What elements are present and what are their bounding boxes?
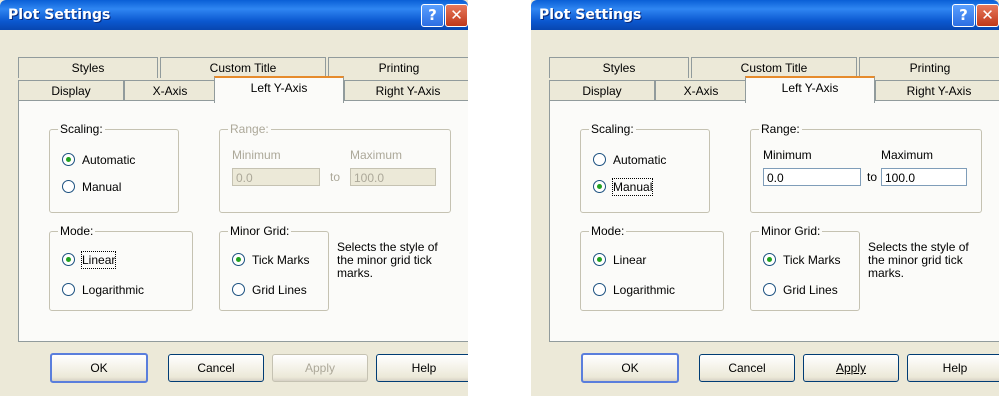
- tab-styles[interactable]: Styles: [549, 57, 689, 78]
- range-group: Range: Minimum Maximum 0.0 to 100.0: [219, 122, 451, 213]
- radio-unchecked-icon[interactable]: [763, 283, 776, 296]
- minor-grid-label: Minor Grid:: [228, 224, 292, 238]
- range-group: Range: Minimum Maximum 0.0 to 100.0: [750, 122, 982, 213]
- apply-button[interactable]: Apply: [272, 354, 368, 382]
- radio-unchecked-icon[interactable]: [62, 180, 75, 193]
- tab-panel: Scaling: Automatic Manual Range: Minimum…: [18, 100, 468, 342]
- tab-right-y-axis[interactable]: Right Y-Axis: [875, 80, 999, 101]
- tab-panel: Scaling: Automatic Manual Range: Minimum…: [549, 100, 999, 342]
- radio-unchecked-icon[interactable]: [593, 283, 606, 296]
- close-icon[interactable]: ✕: [976, 4, 999, 27]
- minimum-field[interactable]: 0.0: [763, 168, 861, 186]
- tab-left-y-axis[interactable]: Left Y-Axis: [214, 76, 344, 103]
- radio-unchecked-icon[interactable]: [232, 283, 245, 296]
- dialog-title: Plot Settings: [539, 7, 642, 23]
- tab-custom-title[interactable]: Custom Title: [691, 57, 857, 78]
- radio-checked-icon[interactable]: [593, 180, 606, 193]
- tab-custom-title[interactable]: Custom Title: [160, 57, 326, 78]
- radio-checked-icon[interactable]: [62, 253, 75, 266]
- mode-group: Mode: Linear Logarithmic: [49, 224, 193, 311]
- radio-label: Grid Lines: [252, 283, 307, 297]
- radio-label: Automatic: [613, 153, 667, 167]
- cancel-button[interactable]: Cancel: [168, 354, 264, 382]
- to-label: to: [867, 170, 878, 184]
- tab-printing[interactable]: Printing: [859, 57, 999, 78]
- scaling-label: Scaling:: [589, 122, 636, 136]
- tab-left-y-axis[interactable]: Left Y-Axis: [745, 76, 875, 103]
- range-label: Range:: [759, 122, 802, 136]
- help-button[interactable]: Help: [907, 354, 999, 382]
- mode-group: Mode: Linear Logarithmic: [580, 224, 724, 311]
- radio-label: Linear: [80, 251, 117, 269]
- minimum-field[interactable]: 0.0: [232, 168, 320, 186]
- radio-unchecked-icon[interactable]: [593, 153, 606, 166]
- radio-checked-icon[interactable]: [62, 153, 75, 166]
- tab-x-axis[interactable]: X-Axis: [124, 80, 216, 101]
- to-label: to: [330, 170, 341, 184]
- cancel-button[interactable]: Cancel: [699, 354, 795, 382]
- radio-label: Manual: [82, 180, 122, 194]
- minor-grid-group: Minor Grid: Tick Marks Grid Lines: [219, 224, 329, 311]
- radio-unchecked-icon[interactable]: [62, 283, 75, 296]
- radio-label: Tick Marks: [252, 253, 310, 267]
- minimum-label: Minimum: [763, 148, 812, 162]
- radio-label: Manual: [611, 178, 654, 196]
- radio-label: Tick Marks: [783, 253, 841, 267]
- tab-x-axis[interactable]: X-Axis: [655, 80, 747, 101]
- radio-checked-icon[interactable]: [763, 253, 776, 266]
- title-bar: Plot Settings ? ✕: [0, 0, 468, 30]
- scaling-label: Scaling:: [58, 122, 105, 136]
- radio-checked-icon[interactable]: [232, 253, 245, 266]
- tab-display[interactable]: Display: [549, 80, 655, 101]
- minor-grid-description: Selects the style of the minor grid tick…: [868, 240, 969, 280]
- minor-grid-label: Minor Grid:: [759, 224, 823, 238]
- mode-label: Mode:: [58, 224, 96, 238]
- minor-grid-description: Selects the style of the minor grid tick…: [337, 240, 438, 280]
- radio-label: Automatic: [82, 153, 136, 167]
- radio-label: Grid Lines: [783, 283, 838, 297]
- radio-checked-icon[interactable]: [593, 253, 606, 266]
- help-button[interactable]: Help: [376, 354, 468, 382]
- help-icon[interactable]: ?: [952, 4, 975, 27]
- maximum-label: Maximum: [881, 148, 934, 162]
- maximum-field[interactable]: 100.0: [350, 168, 436, 186]
- maximum-label: Maximum: [350, 148, 403, 162]
- apply-button-label: Apply: [835, 361, 867, 375]
- ok-button[interactable]: OK: [50, 353, 148, 383]
- ok-button[interactable]: OK: [581, 353, 679, 383]
- scaling-group: Scaling: Automatic Manual: [49, 122, 179, 213]
- range-label: Range:: [228, 122, 271, 136]
- radio-label: Logarithmic: [82, 283, 145, 297]
- close-icon[interactable]: ✕: [445, 4, 468, 27]
- radio-label: Logarithmic: [613, 283, 676, 297]
- radio-label: Linear: [613, 253, 647, 267]
- dialog-title: Plot Settings: [8, 7, 111, 23]
- mode-label: Mode:: [589, 224, 627, 238]
- tab-styles[interactable]: Styles: [18, 57, 158, 78]
- plot-settings-dialog: Plot Settings ? ✕ Styles Custom Title Pr…: [0, 0, 468, 396]
- title-bar: Plot Settings ? ✕: [531, 0, 999, 30]
- minor-grid-group: Minor Grid: Tick Marks Grid Lines: [750, 224, 860, 311]
- tab-right-y-axis[interactable]: Right Y-Axis: [344, 80, 468, 101]
- minimum-label: Minimum: [232, 148, 281, 162]
- apply-button[interactable]: Apply: [803, 354, 899, 382]
- scaling-group: Scaling: Automatic Manual: [580, 122, 710, 213]
- help-icon[interactable]: ?: [421, 4, 444, 27]
- tab-display[interactable]: Display: [18, 80, 124, 101]
- tab-printing[interactable]: Printing: [328, 57, 468, 78]
- plot-settings-dialog: Plot Settings ? ✕ Styles Custom Title Pr…: [531, 0, 999, 396]
- maximum-field[interactable]: 100.0: [881, 168, 967, 186]
